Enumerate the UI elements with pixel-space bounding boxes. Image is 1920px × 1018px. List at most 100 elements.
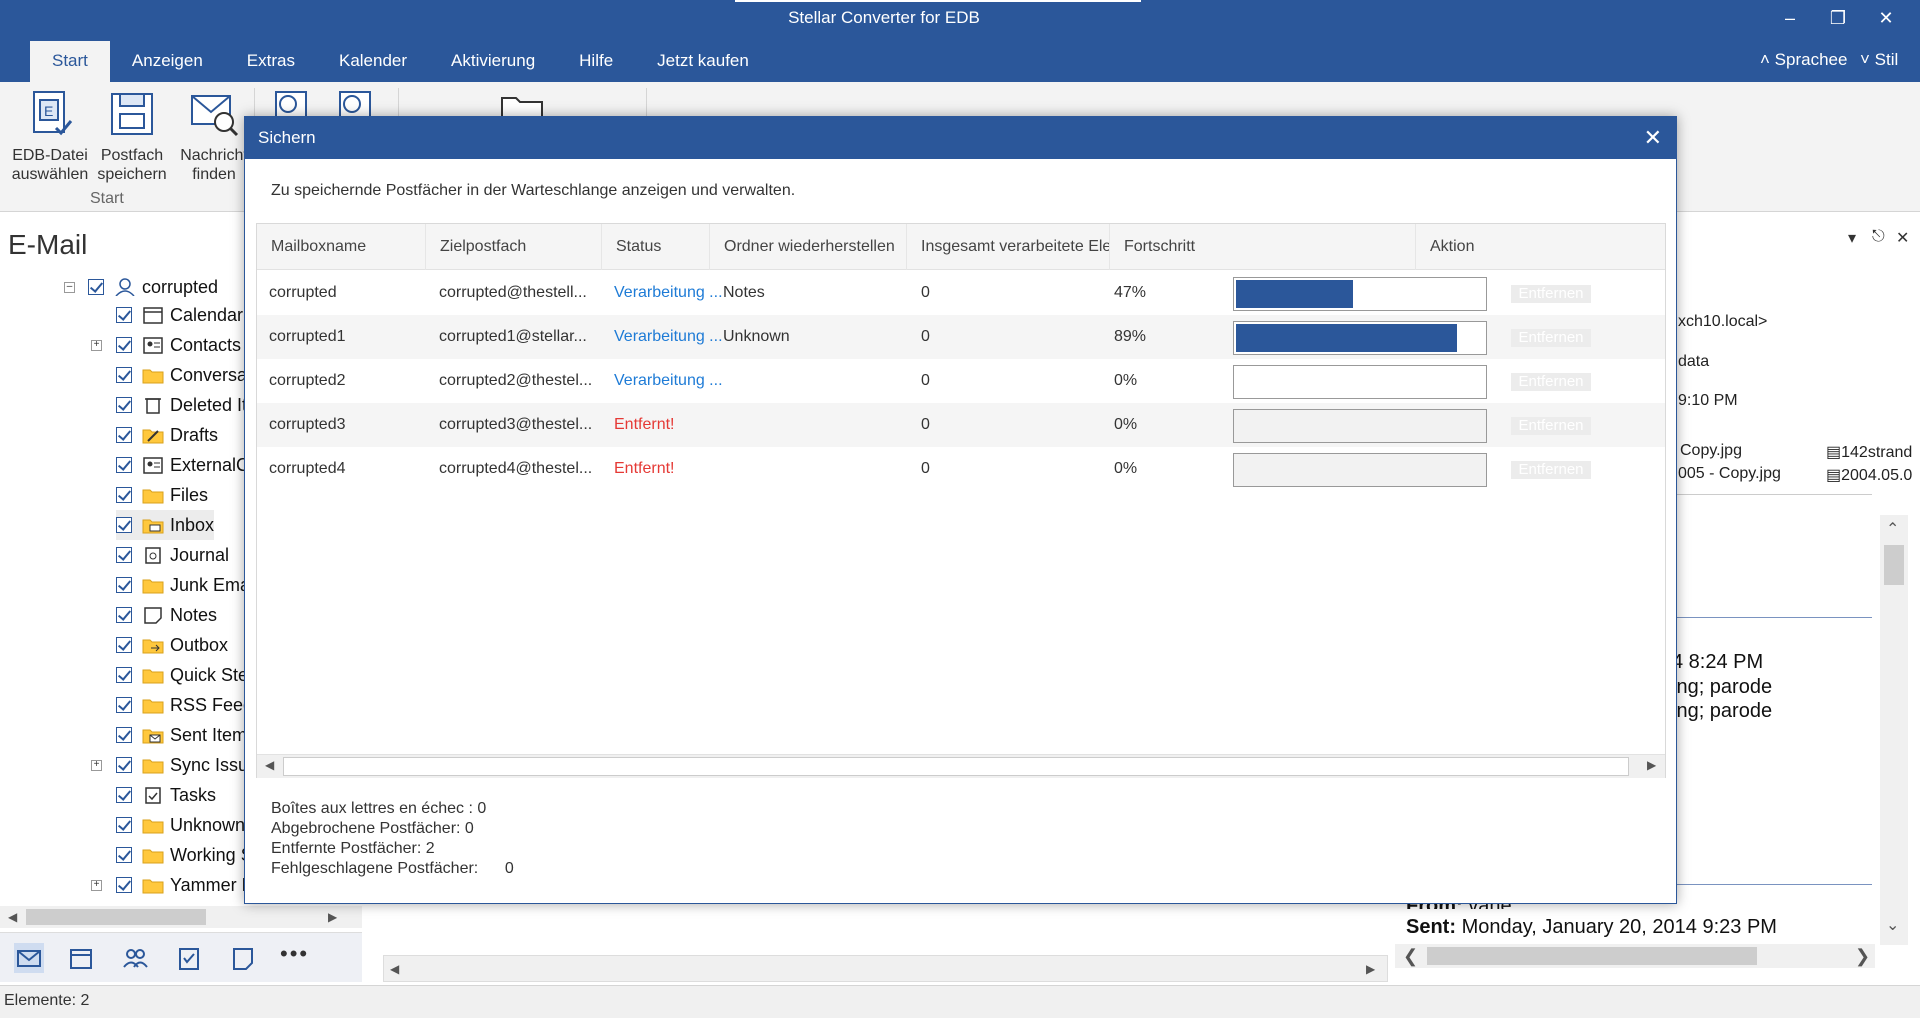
tasks-nav-icon[interactable]: [174, 943, 204, 973]
folder-item[interactable]: Sent Items: [116, 720, 245, 750]
scroll-left-icon[interactable]: ◀: [265, 758, 274, 772]
attachment-item[interactable]: ▤2004.05.0: [1826, 465, 1912, 485]
folder-item[interactable]: Inbox: [116, 510, 215, 540]
checkbox[interactable]: [116, 307, 132, 323]
calendar-nav-icon[interactable]: [66, 943, 96, 973]
checkbox[interactable]: [88, 279, 104, 295]
scroll-up-icon[interactable]: ⌃: [1886, 519, 1899, 539]
checkbox[interactable]: [116, 817, 132, 833]
checkbox[interactable]: [116, 847, 132, 863]
checkbox[interactable]: [116, 367, 132, 383]
close-window-icon[interactable]: ✕: [1866, 4, 1906, 32]
folder-item[interactable]: Contacts: [116, 330, 241, 360]
remove-button[interactable]: Entfernen: [1511, 285, 1591, 303]
message-list-scrollbar[interactable]: ◀ ▶: [383, 955, 1388, 982]
column-header-progress[interactable]: Fortschritt: [1110, 224, 1416, 270]
mail-icon[interactable]: [14, 943, 44, 973]
scroll-right-icon[interactable]: ▶: [328, 910, 337, 924]
select-edb-button[interactable]: E EDB-Datei auswählen: [6, 88, 94, 184]
folder-tree-scrollbar[interactable]: ◀ ▶: [0, 906, 362, 928]
language-menu[interactable]: ˄ Sprachee: [1760, 50, 1847, 70]
more-icon[interactable]: •••: [280, 943, 310, 973]
scrollbar-thumb[interactable]: [1884, 545, 1904, 585]
checkbox[interactable]: [116, 517, 132, 533]
reading-pane-scrollbar[interactable]: ⌃ ⌄: [1880, 515, 1908, 945]
table-row[interactable]: corrupted2 corrupted2@thestel... Verarbeit…: [257, 359, 1665, 403]
checkbox[interactable]: [116, 457, 132, 473]
column-header-status[interactable]: Status: [602, 224, 710, 270]
notes-nav-icon[interactable]: [228, 943, 258, 973]
pane-dropdown-icon[interactable]: ▾: [1848, 228, 1856, 248]
tree-root[interactable]: corrupted: [88, 272, 218, 302]
tab-anzeigen[interactable]: Anzeigen: [110, 41, 225, 82]
column-header-processed[interactable]: Insgesamt verarbeitete Elem...: [907, 224, 1110, 270]
checkbox[interactable]: [116, 547, 132, 563]
scroll-right-icon[interactable]: ▶: [1647, 758, 1656, 772]
column-header-target[interactable]: Zielpostfach: [426, 224, 602, 270]
tab-extras[interactable]: Extras: [225, 41, 317, 82]
table-row[interactable]: corrupted1 corrupted1@stellar... Verarbeit…: [257, 315, 1665, 359]
folder-item[interactable]: Tasks: [116, 780, 216, 810]
scrollbar-thumb[interactable]: [283, 757, 1629, 776]
checkbox[interactable]: [116, 877, 132, 893]
collapse-icon[interactable]: –: [64, 282, 75, 293]
remove-button[interactable]: Entfernen: [1511, 461, 1591, 479]
column-header-restore-folder[interactable]: Ordner wiederherstellen: [710, 224, 907, 270]
tab-jetzt-kaufen[interactable]: Jetzt kaufen: [635, 41, 771, 82]
restore-icon[interactable]: ❐: [1818, 4, 1858, 32]
close-dialog-icon[interactable]: ✕: [1644, 117, 1662, 159]
attachment-item[interactable]: 005 - Copy.jpg: [1678, 465, 1781, 483]
expand-icon[interactable]: +: [91, 340, 102, 351]
checkbox[interactable]: [116, 637, 132, 653]
scroll-left-icon[interactable]: ◀: [8, 910, 17, 924]
folder-item[interactable]: Deleted It: [116, 390, 245, 420]
minimize-icon[interactable]: –: [1770, 4, 1810, 32]
folder-item[interactable]: Yammer R: [116, 870, 245, 900]
table-row[interactable]: corrupted3 corrupted3@thestel... Entfernt!…: [257, 403, 1665, 447]
checkbox[interactable]: [116, 667, 132, 683]
scroll-right-icon[interactable]: ❯: [1855, 946, 1870, 967]
checkbox[interactable]: [116, 757, 132, 773]
tab-aktivierung[interactable]: Aktivierung: [429, 41, 557, 82]
folder-item[interactable]: RSS Feeds: [116, 690, 245, 720]
scroll-left-icon[interactable]: ◀: [390, 962, 399, 976]
scrollbar-thumb[interactable]: [26, 909, 206, 925]
expand-icon[interactable]: +: [91, 880, 102, 891]
style-menu[interactable]: ˅ Stil: [1860, 50, 1898, 70]
tab-kalender[interactable]: Kalender: [317, 41, 429, 82]
pin-icon[interactable]: ⎋: [1872, 228, 1885, 246]
checkbox[interactable]: [116, 787, 132, 803]
tab-start[interactable]: Start: [30, 41, 110, 82]
folder-item[interactable]: Drafts: [116, 420, 218, 450]
folder-item[interactable]: Sync Issue: [116, 750, 245, 780]
reading-pane-hscrollbar[interactable]: ❮ ❯: [1395, 944, 1875, 968]
folder-item[interactable]: Calendar: [116, 300, 243, 330]
folder-item[interactable]: Notes: [116, 600, 217, 630]
folder-item[interactable]: Outbox: [116, 630, 228, 660]
table-scrollbar[interactable]: ◀ ▶: [257, 754, 1665, 778]
table-row[interactable]: corrupted4 corrupted4@thestel... Entfernt!…: [257, 447, 1665, 491]
folder-item[interactable]: Unknown: [116, 810, 245, 840]
checkbox[interactable]: [116, 607, 132, 623]
remove-button[interactable]: Entfernen: [1511, 417, 1591, 435]
checkbox[interactable]: [116, 697, 132, 713]
scroll-down-icon[interactable]: ⌄: [1886, 915, 1899, 935]
expand-icon[interactable]: +: [91, 760, 102, 771]
checkbox[interactable]: [116, 427, 132, 443]
checkbox[interactable]: [116, 727, 132, 743]
close-pane-icon[interactable]: ✕: [1896, 228, 1909, 248]
checkbox[interactable]: [116, 337, 132, 353]
attachment-item[interactable]: Copy.jpg: [1680, 442, 1742, 460]
folder-item[interactable]: Journal: [116, 540, 229, 570]
scroll-right-icon[interactable]: ▶: [1366, 962, 1375, 976]
folder-item[interactable]: ExternalCo: [116, 450, 245, 480]
folder-item[interactable]: Junk Emai: [116, 570, 245, 600]
attachment-item[interactable]: ▤142strand: [1826, 442, 1912, 462]
remove-button[interactable]: Entfernen: [1511, 373, 1591, 391]
table-row[interactable]: corrupted corrupted@thestell... Verarbeitu…: [257, 271, 1665, 315]
tab-hilfe[interactable]: Hilfe: [557, 41, 635, 82]
checkbox[interactable]: [116, 397, 132, 413]
checkbox[interactable]: [116, 577, 132, 593]
column-header-mailbox[interactable]: Mailboxname: [257, 224, 426, 270]
people-icon[interactable]: [120, 943, 150, 973]
